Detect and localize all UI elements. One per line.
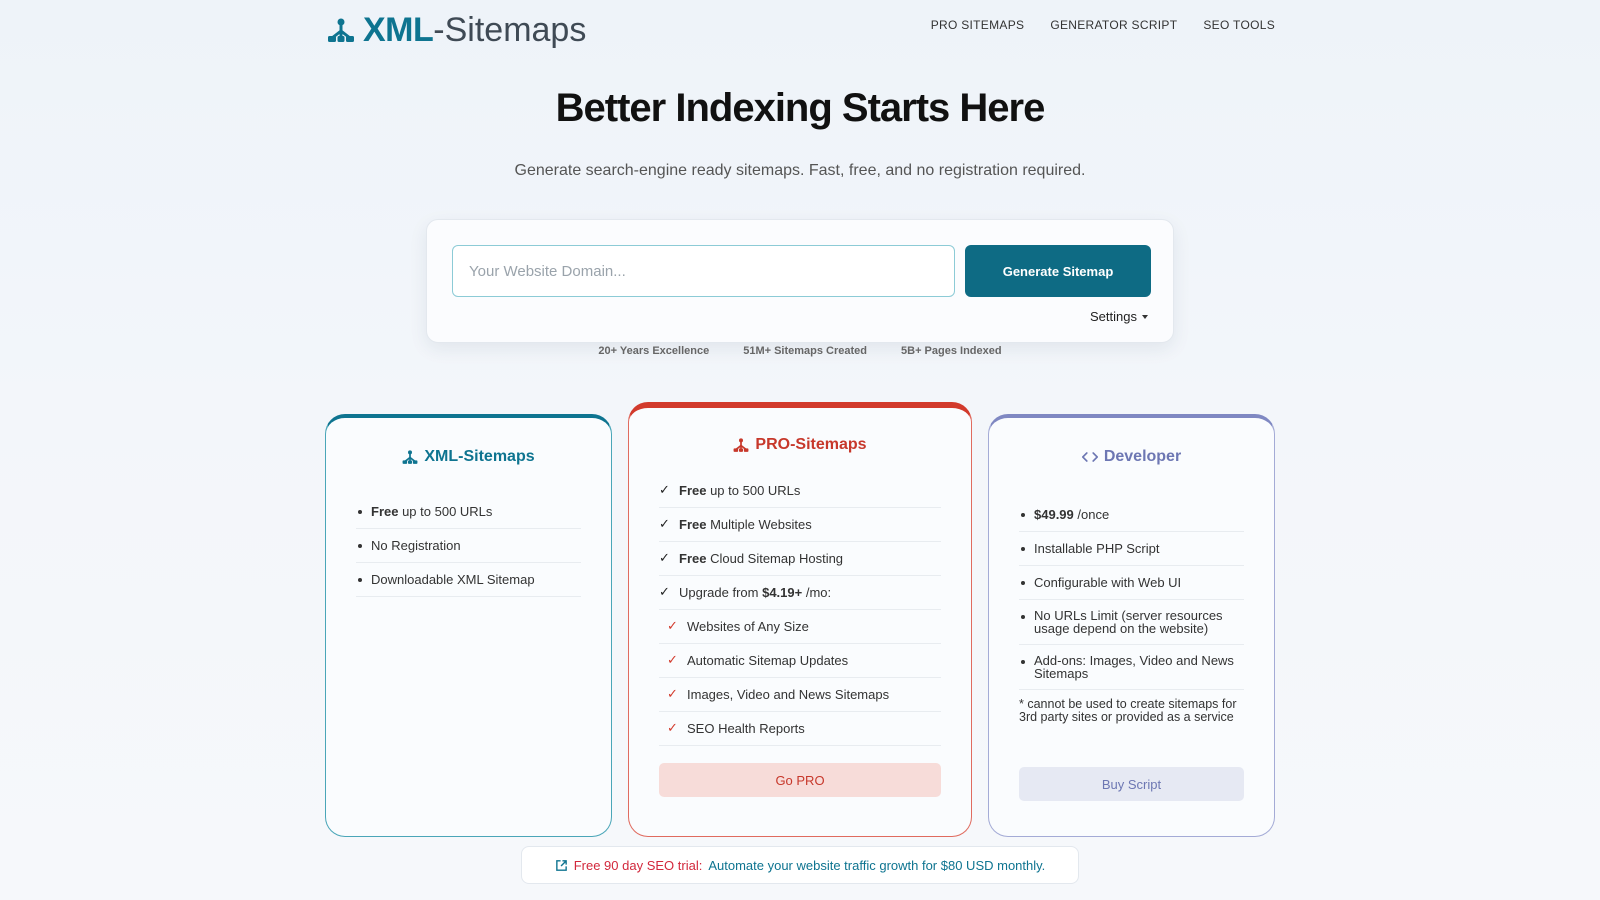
logo-light-text: -Sitemaps [433,11,587,49]
pro-card-title: PRO-Sitemaps [629,436,971,454]
list-item: Free up to 500 URLs [356,495,581,529]
feature-text: SEO Health Reports [687,721,805,736]
list-item: Installable PHP Script [1019,532,1244,566]
stat-pages: 5B+ Pages Indexed [901,345,1002,357]
site-logo[interactable]: XML-Sitemaps [327,8,586,52]
feature-text: No URLs Limit (server resources usage de… [1034,608,1223,636]
list-item: Configurable with Web UI [1019,566,1244,600]
list-item: ✓ Images, Video and News Sitemaps [659,678,941,712]
check-icon: ✓ [659,516,670,531]
list-item: No Registration [356,529,581,563]
top-nav: PRO SITEMAPS GENERATOR SCRIPT SEO TOOLS [931,18,1275,32]
logo-text: XML-Sitemaps [363,8,586,52]
upgrade-prefix: Upgrade from [679,585,763,600]
list-item: ✓ Free Cloud Sitemap Hosting [659,542,941,576]
feature-bold: Free [679,517,707,532]
stat-years: 20+ Years Excellence [598,345,710,357]
buy-script-button[interactable]: Buy Script [1019,767,1244,801]
code-brackets-icon [1081,452,1098,462]
feature-bold: Free [679,551,707,566]
nav-generator-script[interactable]: GENERATOR SCRIPT [1050,18,1177,32]
sitemap-tree-icon [402,450,418,464]
xml-feature-list: Free up to 500 URLs No Registration Down… [356,495,581,597]
feature-text: Add-ons: Images, Video and News Sitemaps [1034,653,1234,681]
feature-text: Installable PHP Script [1034,541,1160,556]
feature-bold: Free [371,504,399,519]
trial-label: Free 90 day SEO trial: [573,857,703,873]
stat-sitemaps: 51M+ Sitemaps Created [743,345,868,357]
pro-feature-list: ✓ Free up to 500 URLs ✓ Free Multiple Webs… [659,474,941,746]
list-item: Add-ons: Images, Video and News Sitemaps [1019,645,1244,690]
upgrade-suffix: /mo: [802,585,832,600]
xml-sitemaps-card: XML-Sitemaps Free up to 500 URLs No Regi… [325,414,612,837]
price-bold: $49.99 [1034,507,1074,522]
list-item: No URLs Limit (server resources usage de… [1019,600,1244,645]
check-icon: ✓ [659,550,670,565]
sitemap-generator-form: Generate Sitemap Settings [426,219,1174,343]
list-item-price: $49.99 /once [1019,498,1244,532]
dev-card-title: Developer [989,448,1274,466]
nav-pro-sitemaps[interactable]: PRO SITEMAPS [931,18,1025,32]
feature-text: Downloadable XML Sitemap [371,572,535,587]
developer-card: Developer $49.99 /once Installable PHP S… [988,414,1275,837]
pro-card-title-text: PRO-Sitemaps [755,436,867,453]
upgrade-price: $4.19+ [762,585,803,600]
stats-row: 20+ Years Excellence 51M+ Sitemaps Creat… [0,345,1600,357]
list-item: ✓ Automatic Sitemap Updates [659,644,941,678]
feature-text: Multiple Websites [706,517,812,532]
feature-text: Automatic Sitemap Updates [687,653,849,668]
list-item: Downloadable XML Sitemap [356,563,581,597]
feature-text: Images, Video and News Sitemaps [687,687,890,702]
logo-bold-text: XML [363,11,434,49]
generate-sitemap-button[interactable]: Generate Sitemap [965,245,1151,297]
sitemap-tree-icon [328,18,354,42]
feature-text: No Registration [371,538,461,553]
list-item: ✓ SEO Health Reports [659,712,941,746]
check-icon: ✓ [667,686,678,701]
pro-sitemaps-card: PRO-Sitemaps ✓ Free up to 500 URLs ✓ Free … [628,402,972,837]
dev-feature-list: $49.99 /once Installable PHP Script Conf… [1019,498,1244,690]
check-icon: ✓ [659,584,670,599]
settings-dropdown[interactable]: Settings [1090,309,1148,324]
settings-label: Settings [1090,309,1137,324]
check-icon: ✓ [667,720,678,735]
xml-card-title: XML-Sitemaps [326,448,611,466]
go-pro-button[interactable]: Go PRO [659,763,941,797]
caret-down-icon [1142,314,1148,319]
hero-title: Better Indexing Starts Here [555,86,1046,130]
feature-text: Configurable with Web UI [1034,575,1182,590]
feature-text: up to 500 URLs [398,504,493,519]
list-item: ✓ Websites of Any Size [659,610,941,644]
seo-trial-banner[interactable]: Free 90 day SEO trial: Automate your web… [521,846,1079,884]
dev-license-note: * cannot be used to create sitemaps for … [1019,697,1237,724]
hero-subtitle: Generate search-engine ready sitemaps. F… [514,162,1086,179]
site-header: XML-Sitemaps PRO SITEMAPS GENERATOR SCRI… [0,0,1600,60]
external-link-icon [555,859,567,871]
sitemap-tree-icon [733,438,749,452]
nav-seo-tools[interactable]: SEO TOOLS [1203,18,1275,32]
dev-card-title-text: Developer [1103,448,1182,465]
feature-text: Websites of Any Size [687,619,809,634]
feature-text: up to 500 URLs [706,483,801,498]
price-text: /once [1073,507,1110,522]
list-item-upgrade: ✓ Upgrade from $4.19+ /mo: [659,576,941,610]
feature-text: Cloud Sitemap Hosting [706,551,844,566]
domain-input[interactable] [452,245,955,297]
xml-card-title-text: XML-Sitemaps [424,448,535,465]
trial-link-text[interactable]: Automate your website traffic growth for… [708,858,1045,873]
check-icon: ✓ [667,618,678,633]
list-item: ✓ Free Multiple Websites [659,508,941,542]
feature-bold: Free [679,483,707,498]
list-item: ✓ Free up to 500 URLs [659,474,941,508]
check-icon: ✓ [667,652,678,667]
check-icon: ✓ [659,482,670,497]
